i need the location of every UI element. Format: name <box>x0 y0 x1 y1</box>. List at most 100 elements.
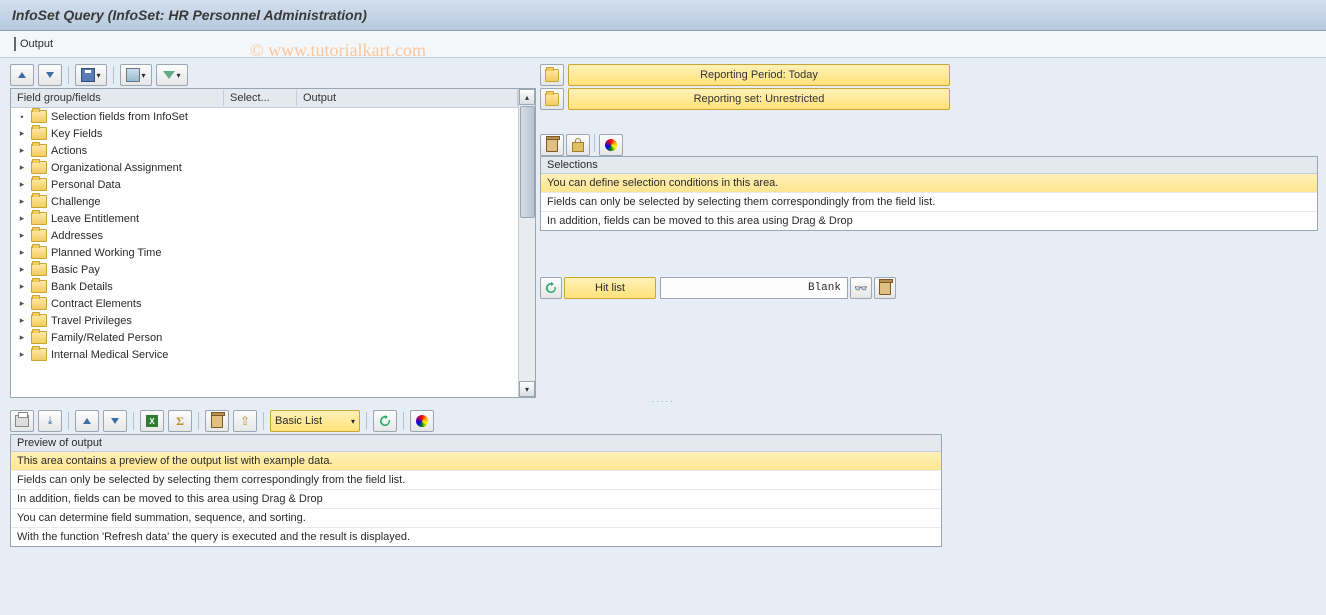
preview-hint: This area contains a preview of the outp… <box>11 452 941 470</box>
reporting-set-folder-button[interactable] <box>540 88 564 110</box>
save-button[interactable]: ▾ <box>75 64 107 86</box>
reporting-period-folder-button[interactable] <box>540 64 564 86</box>
separator <box>366 412 367 430</box>
tree-item[interactable]: ▸Personal Data <box>11 176 518 193</box>
tree-header-field[interactable]: Field group/fields <box>11 90 224 106</box>
tree-item-label: Internal Medical Service <box>51 349 168 361</box>
refresh-preview-button[interactable] <box>373 410 397 432</box>
selections-hint: You can define selection conditions in t… <box>541 174 1317 192</box>
tree-item[interactable]: ▸Key Fields <box>11 125 518 142</box>
folder-icon <box>31 280 47 293</box>
sort-desc-button[interactable] <box>103 410 127 432</box>
selections-line3: In addition, fields can be moved to this… <box>541 211 1317 230</box>
reporting-set-button[interactable]: Reporting set: Unrestricted <box>568 88 950 110</box>
sum-button[interactable]: Σ <box>168 410 192 432</box>
tree-header-select[interactable]: Select... <box>224 90 297 106</box>
hitlist-value-field[interactable]: Blank <box>660 277 848 299</box>
refresh-hitlist-button[interactable] <box>540 277 562 299</box>
tree-item[interactable]: ▸ Leave Entitlement <box>11 210 518 227</box>
right-panel: Reporting Period: Today Reporting set: U… <box>540 58 1326 398</box>
trash-icon <box>546 138 558 152</box>
tree-item[interactable]: ▸Internal Medical Service <box>11 346 518 363</box>
folder-icon <box>31 195 47 208</box>
print-button[interactable] <box>10 410 34 432</box>
folder-icon <box>31 229 47 242</box>
tree-item[interactable]: ▸Challenge <box>11 193 518 210</box>
delete-hitlist-button[interactable] <box>874 277 896 299</box>
selections-header: Selections <box>541 157 1317 174</box>
tree-item-label: Organizational Assignment <box>51 162 182 174</box>
hitlist-label: Hit list <box>595 282 625 294</box>
tree-item[interactable]: ▸Actions <box>11 142 518 159</box>
tree-caret-icon: ▸ <box>17 196 27 207</box>
export-icon: ⤓ <box>48 415 53 428</box>
hierarchy-button[interactable]: ▾ <box>120 64 152 86</box>
tree-caret-icon: ▸ <box>17 298 27 309</box>
tree-header-output[interactable]: Output <box>297 90 518 106</box>
scroll-down-button[interactable]: ▾ <box>519 381 535 397</box>
filter-icon <box>163 71 175 79</box>
tree-item[interactable]: ▸Basic Pay <box>11 261 518 278</box>
expand-icon <box>18 72 26 78</box>
tree-item-label: Family/Related Person <box>51 332 162 344</box>
tree-item-label: Bank Details <box>51 281 113 293</box>
color-legend-preview-button[interactable] <box>410 410 434 432</box>
collapse-all-button[interactable] <box>38 64 62 86</box>
tree-header: Field group/fields Select... Output <box>11 89 518 108</box>
output-menu-item[interactable]: Output <box>10 36 57 52</box>
export-button[interactable]: ⤓ <box>38 410 62 432</box>
sort-asc-button[interactable] <box>75 410 99 432</box>
reporting-period-label: Reporting Period: Today <box>700 69 818 81</box>
excel-button[interactable]: X <box>140 410 164 432</box>
separator <box>68 412 69 430</box>
folder-icon <box>31 127 47 140</box>
color-legend-button[interactable] <box>599 134 623 156</box>
tree-item-label: Basic Pay <box>51 264 100 276</box>
tree-item[interactable]: ▸Contract Elements <box>11 295 518 312</box>
tree-item[interactable]: ▸Planned Working Time <box>11 244 518 261</box>
preview-line2: Fields can only be selected by selecting… <box>11 470 941 489</box>
delete-selection-button[interactable] <box>540 134 564 156</box>
lock-selection-button[interactable] <box>566 134 590 156</box>
tree-scrollbar[interactable]: ▴ ▾ <box>518 89 535 397</box>
folder-icon <box>31 331 47 344</box>
tree-item[interactable]: ▸ Organizational Assignment <box>11 159 518 176</box>
tree-item[interactable]: ▸Addresses <box>11 227 518 244</box>
filter-button[interactable]: ▾ <box>156 64 188 86</box>
separator <box>198 412 199 430</box>
move-up-button[interactable]: ⇧ <box>233 410 257 432</box>
bottom-area: ⤓ X Σ ⇧ Basic List ▾ Preview of output T… <box>0 404 1326 547</box>
disk-icon <box>81 68 95 82</box>
delete-col-button[interactable] <box>205 410 229 432</box>
folder-icon <box>31 348 47 361</box>
sigma-icon: Σ <box>176 414 184 429</box>
tree-caret-icon: ▸ <box>17 332 27 343</box>
horizontal-splitter[interactable] <box>0 398 1326 404</box>
dropdown-icon: ▾ <box>351 417 355 426</box>
left-panel: ▾ ▾ ▾ Field group/fields Select... Outpu… <box>0 58 540 398</box>
tree-caret-icon: ▸ <box>17 213 27 224</box>
selections-line2: Fields can only be selected by selecting… <box>541 192 1317 211</box>
hitlist-button[interactable]: Hit list <box>564 277 656 299</box>
workspace: ▾ ▾ ▾ Field group/fields Select... Outpu… <box>0 58 1326 398</box>
tree-item-label: Leave Entitlement <box>51 213 139 225</box>
tree-body[interactable]: •Selection fields from InfoSet▸Key Field… <box>11 108 518 397</box>
glasses-button[interactable]: 👓 <box>850 277 872 299</box>
scroll-up-button[interactable]: ▴ <box>519 89 535 105</box>
tree-item[interactable]: ▸Travel Privileges <box>11 312 518 329</box>
excel-icon: X <box>146 415 158 427</box>
expand-all-button[interactable] <box>10 64 34 86</box>
tree-caret-icon: ▸ <box>17 162 27 173</box>
scroll-thumb[interactable] <box>520 106 535 218</box>
rainbow-icon <box>416 415 428 427</box>
list-type-combo[interactable]: Basic List ▾ <box>270 410 360 432</box>
tree-item[interactable]: ▸ Family/Related Person <box>11 329 518 346</box>
trash-icon <box>211 414 223 428</box>
print-icon <box>15 415 29 427</box>
tree-item[interactable]: ▸Bank Details <box>11 278 518 295</box>
reporting-period-button[interactable]: Reporting Period: Today <box>568 64 950 86</box>
tree-caret-icon: ▸ <box>17 315 27 326</box>
sort-asc-icon <box>83 418 91 424</box>
tree-item[interactable]: •Selection fields from InfoSet <box>11 108 518 125</box>
preview-header: Preview of output <box>11 435 941 452</box>
